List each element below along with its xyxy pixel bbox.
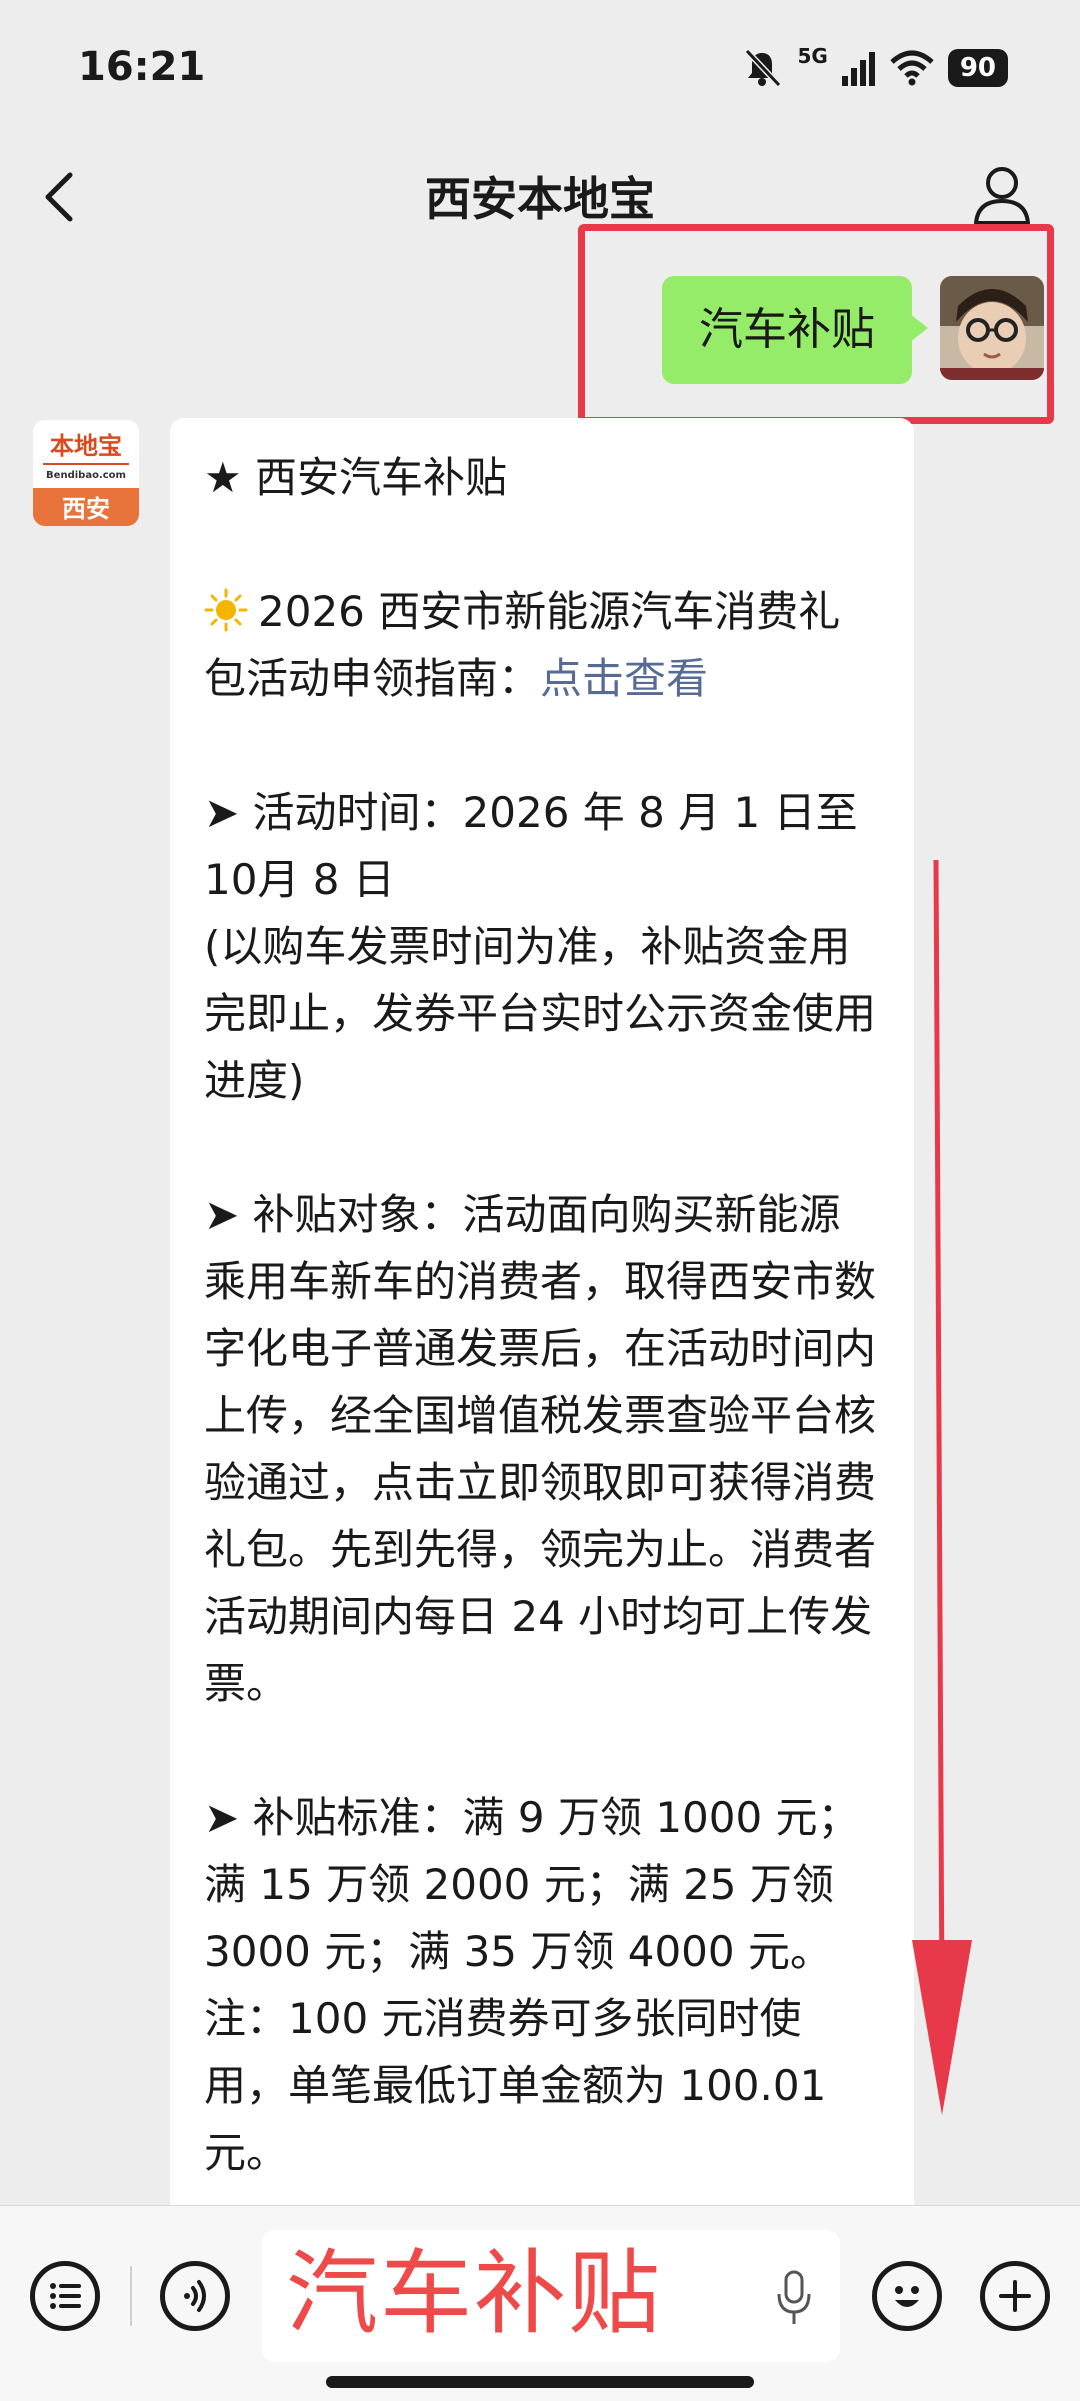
subsidy-note: 注：100 元消费券可多张同时使用，单笔最低订单金额为 100.01 元。: [204, 1994, 827, 2177]
chat-title: 西安本地宝: [425, 172, 655, 226]
voice-icon: [184, 2280, 206, 2312]
input-text: 汽车补贴: [286, 2240, 663, 2347]
battery-indicator: 90: [947, 49, 1008, 87]
microphone-icon[interactable]: [774, 2270, 814, 2326]
wifi-icon: [890, 50, 934, 86]
input-bar: 汽车补贴: [0, 2205, 1080, 2401]
bot-avatar-city: 西安: [62, 495, 110, 523]
down-arrow-icon: [912, 860, 972, 2115]
menu-list-icon: [50, 2283, 81, 2309]
status-icons: 5G 90: [741, 44, 1008, 92]
plus-button[interactable]: [980, 2261, 1050, 2331]
menu-list-button[interactable]: [30, 2261, 100, 2331]
subsidy-target: ➤ 补贴对象：活动面向购买新能源乘用车新车的消费者，取得西安市数字化电子普通发票…: [204, 1190, 877, 1708]
bot-avatar[interactable]: 本地宝 Bendibao.com 西安: [33, 420, 139, 526]
profile-icon[interactable]: [972, 163, 1032, 227]
bot-avatar-site: Bendibao.com: [46, 470, 126, 481]
subsidy-standard: ➤ 补贴标准：满 9 万领 1000 元；满 15 万领 2000 元；满 25…: [204, 1793, 860, 1976]
reply-message-bubble[interactable]: ★ 西安汽车补贴 2026 西安市新能源汽车消费礼包活动申领指南：点击查看 ➤ …: [170, 418, 914, 2218]
bot-avatar-brand: 本地宝: [50, 432, 122, 460]
plus-icon: [999, 2280, 1031, 2312]
network-label: 5G: [797, 44, 828, 68]
emoji-icon: [895, 2286, 919, 2307]
reply-guide: 2026 西安市新能源汽车消费礼包活动申领指南：点击查看: [204, 578, 880, 712]
status-bar: 16:21 5G 90: [0, 0, 1080, 135]
guide-link[interactable]: 点击查看: [540, 654, 708, 703]
divider: [130, 2266, 132, 2326]
message-input[interactable]: 汽车补贴: [262, 2230, 840, 2362]
emoji-button[interactable]: [872, 2261, 942, 2331]
status-time: 16:21: [78, 44, 206, 90]
home-indicator[interactable]: [326, 2376, 754, 2388]
signal-icon: [841, 52, 875, 86]
guide-text: 2026 西安市新能源汽车消费礼包活动申领指南：: [204, 587, 841, 703]
activity-time: ➤ 活动时间：2026 年 8 月 1 日至 10月 8 日: [204, 788, 858, 904]
reply-heading: ★ 西安汽车补贴: [204, 453, 508, 502]
mute-icon: [745, 48, 782, 88]
voice-button[interactable]: [160, 2261, 230, 2331]
sun-icon: [204, 588, 248, 632]
user-avatar[interactable]: [940, 276, 1044, 380]
activity-time-note: (以购车发票时间为准，补贴资金用完即止，发券平台实时公示资金使用进度): [204, 922, 877, 1105]
sent-message-bubble[interactable]: 汽车补贴: [662, 276, 928, 384]
